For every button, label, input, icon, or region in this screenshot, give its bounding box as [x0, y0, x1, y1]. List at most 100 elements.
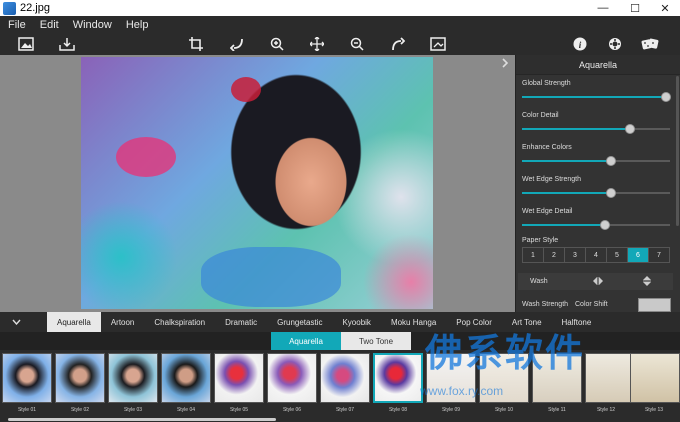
zoom-in-icon[interactable]	[268, 35, 286, 53]
tab-kyoobik[interactable]: Kyoobik	[332, 312, 380, 332]
slider-track[interactable]	[522, 92, 671, 102]
wash-row: Wash	[518, 273, 673, 290]
thumbnail-style-04[interactable]	[161, 353, 211, 403]
paper-style-option[interactable]: 5	[607, 248, 628, 262]
thumbnail-label: Style 11	[548, 407, 566, 413]
paint-accent	[231, 77, 261, 102]
thumbnail-style-07[interactable]	[320, 353, 370, 403]
slider-label: Global Strength	[522, 80, 571, 87]
thumbnail-style-02[interactable]	[55, 353, 105, 403]
paper-style-option[interactable]: 4	[586, 248, 607, 262]
paper-style-option[interactable]: 7	[649, 248, 669, 262]
slider-wet-edge-detail[interactable]: Wet Edge Detail	[522, 208, 670, 238]
tab-artoon[interactable]: Artoon	[101, 312, 145, 332]
fit-view-icon[interactable]	[429, 35, 447, 53]
watermark-url: www.fox.ry.com	[420, 384, 504, 398]
dice-icon[interactable]	[641, 35, 659, 53]
save-icon[interactable]	[58, 35, 76, 53]
preview-image[interactable]	[81, 57, 433, 309]
subtab-two-tone[interactable]: Two Tone	[341, 332, 411, 350]
window-title: 22.jpg	[20, 2, 50, 14]
slider-track[interactable]	[522, 156, 670, 166]
color-shift-label: Color Shift	[575, 301, 608, 308]
thumbnail-style-01[interactable]	[2, 353, 52, 403]
canvas-area[interactable]	[0, 55, 515, 312]
subtab-aquarella[interactable]: Aquarella	[271, 332, 341, 350]
settings-icon[interactable]	[606, 35, 624, 53]
menu-edit[interactable]: Edit	[40, 19, 59, 31]
minimize-button[interactable]: —	[588, 0, 618, 16]
tab-aquarella[interactable]: Aquarella	[47, 312, 101, 332]
title-bar: 22.jpg — ☐ ✕	[0, 0, 680, 16]
slider-enhance-colors[interactable]: Enhance Colors	[522, 144, 670, 174]
redo-icon[interactable]	[389, 35, 407, 53]
close-button[interactable]: ✕	[650, 0, 680, 16]
slider-label: Enhance Colors	[522, 144, 572, 151]
move-icon[interactable]	[308, 35, 326, 53]
paper-style-option-selected[interactable]: 6	[628, 248, 649, 262]
slider-global-strength[interactable]: Global Strength	[522, 80, 671, 110]
paper-style-option[interactable]: 3	[565, 248, 586, 262]
chevron-down-icon[interactable]	[0, 312, 33, 332]
tab-dramatic[interactable]: Dramatic	[215, 312, 267, 332]
thumbnail-style-08-selected[interactable]	[373, 353, 423, 403]
image-open-icon[interactable]	[17, 35, 35, 53]
panel-scrollbar[interactable]	[676, 76, 679, 226]
wash-strength-label: Wash Strength	[522, 301, 569, 308]
menu-bar: File Edit Window Help	[0, 16, 680, 33]
info-icon[interactable]: i	[571, 35, 589, 53]
paper-style-option[interactable]: 1	[523, 248, 544, 262]
zoom-out-icon[interactable]	[348, 35, 366, 53]
undo-icon[interactable]	[228, 35, 246, 53]
tab-spacer	[33, 312, 47, 332]
watermark-text: 佛系软件	[425, 333, 586, 375]
thumbnail-label: Style 08	[388, 407, 408, 413]
thumbnail-scrollbar[interactable]	[8, 418, 276, 421]
slider-wet-edge-strength[interactable]: Wet Edge Strength	[522, 176, 670, 206]
thumbnail-image	[586, 354, 634, 402]
thumbnail-label: Style 01	[17, 407, 37, 413]
flip-vertical-icon[interactable]	[643, 275, 651, 288]
thumbnail-image	[375, 355, 421, 401]
thumbnail-image	[268, 354, 316, 402]
slider-knob[interactable]	[599, 220, 610, 230]
thumbnail-image	[109, 354, 157, 402]
thumbnail-label: Style 05	[229, 407, 249, 413]
menu-window[interactable]: Window	[73, 19, 112, 31]
menu-help[interactable]: Help	[126, 19, 149, 31]
thumbnail-style-13[interactable]	[630, 353, 680, 403]
flip-horizontal-icon[interactable]	[593, 276, 603, 287]
slider-knob[interactable]	[605, 188, 616, 198]
thumbnail-style-12[interactable]	[585, 353, 635, 403]
slider-label: Wet Edge Detail	[522, 208, 573, 215]
slider-knob[interactable]	[660, 92, 671, 102]
slider-fill	[522, 160, 611, 162]
chevron-right-icon[interactable]	[500, 57, 512, 71]
crop-icon[interactable]	[187, 35, 205, 53]
thumbnail-image	[631, 354, 679, 402]
slider-fill	[522, 96, 666, 98]
thumbnail-label: Style 12	[596, 407, 616, 413]
slider-color-detail[interactable]: Color Detail	[522, 112, 670, 142]
wash-label: Wash	[530, 278, 548, 285]
slider-track[interactable]	[522, 188, 670, 198]
maximize-button[interactable]: ☐	[620, 0, 650, 16]
app-icon	[3, 1, 16, 15]
tab-chalkspiration[interactable]: Chalkspiration	[144, 312, 215, 332]
color-shift-swatch[interactable]	[638, 298, 671, 312]
slider-knob[interactable]	[625, 124, 636, 134]
thumbnail-image	[321, 354, 369, 402]
menu-file[interactable]: File	[8, 19, 26, 31]
slider-track[interactable]	[522, 220, 670, 230]
slider-track[interactable]	[522, 124, 670, 134]
paper-style-selector: 1 2 3 4 5 6 7	[522, 247, 670, 263]
tab-grungetastic[interactable]: Grungetastic	[267, 312, 332, 332]
slider-label: Color Detail	[522, 112, 559, 119]
slider-knob[interactable]	[605, 156, 616, 166]
paint-accent	[201, 247, 341, 307]
thumbnail-style-03[interactable]	[108, 353, 158, 403]
thumbnail-image	[3, 354, 51, 402]
thumbnail-style-06[interactable]	[267, 353, 317, 403]
thumbnail-style-05[interactable]	[214, 353, 264, 403]
paper-style-option[interactable]: 2	[544, 248, 565, 262]
